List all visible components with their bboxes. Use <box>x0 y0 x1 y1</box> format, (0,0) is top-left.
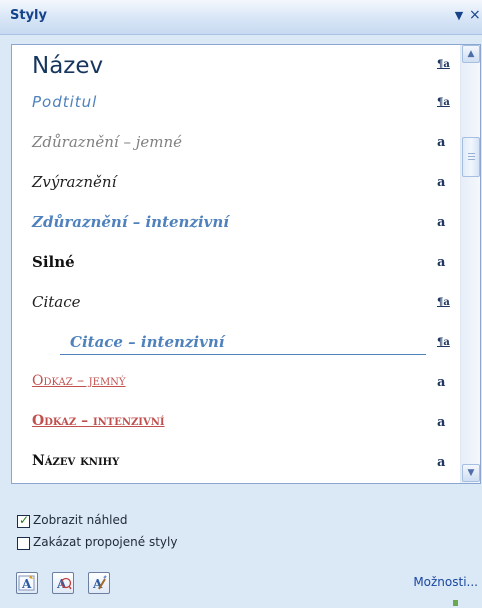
style-item-zvyrazneni[interactable]: Zvýraznění a <box>12 173 460 195</box>
checkmark-icon: ✓ <box>19 513 30 527</box>
vertical-scrollbar[interactable]: ▲ ▼ <box>460 45 480 483</box>
style-item-odkaz-intenzivni[interactable]: Odkaz – intenzivní a <box>12 413 460 435</box>
style-item-nazev[interactable]: Název ¶a <box>12 53 460 85</box>
close-icon[interactable]: × <box>469 7 482 23</box>
manage-styles-button[interactable]: A <box>88 572 110 594</box>
style-item-label: Název knihy <box>32 453 120 469</box>
scroll-down-button[interactable]: ▼ <box>462 464 480 482</box>
disable-linked-checkbox[interactable] <box>17 537 30 550</box>
new-style-icon: A <box>18 575 35 591</box>
style-item-citace-intenzivni[interactable]: Citace – intenzivní ¶a <box>12 333 460 357</box>
show-preview-checkbox[interactable]: ✓ <box>17 513 30 528</box>
manage-styles-icon: A <box>92 575 107 591</box>
pane-title: Styly <box>10 8 47 23</box>
style-list: Název ¶a Podtitul ¶a Zdůraznění – jemné … <box>11 44 481 484</box>
chevron-down-icon: ▼ <box>467 468 475 478</box>
grip-line <box>468 153 475 154</box>
style-item-citace[interactable]: Citace ¶a <box>12 293 460 315</box>
style-item-label: Název <box>32 53 104 79</box>
style-item-zduazneni-intenzivni[interactable]: Zdůraznění – intenzivní a <box>12 213 460 235</box>
style-item-label: Silné <box>32 253 75 271</box>
pane-title-bar: Styly ▼ × <box>0 0 482 35</box>
style-item-label: Zdůraznění – jemné <box>32 133 183 151</box>
paragraph-style-icon: ¶a <box>437 97 450 108</box>
svg-text:A: A <box>21 577 32 591</box>
character-style-icon: a <box>437 455 446 470</box>
style-item-label: Citace – intenzivní <box>70 333 225 351</box>
paragraph-style-icon: ¶a <box>437 337 450 348</box>
character-style-icon: a <box>437 415 446 430</box>
character-style-icon: a <box>437 135 446 150</box>
resize-grip[interactable] <box>453 600 458 606</box>
style-item-zduazneni-jemne[interactable]: Zdůraznění – jemné a <box>12 133 460 155</box>
style-item-label: Odkaz – jemný <box>32 373 126 389</box>
style-item-label: Odkaz – intenzivní <box>32 413 165 429</box>
style-item-label: Zdůraznění – intenzivní <box>32 213 229 231</box>
grip-line <box>468 159 475 160</box>
style-item-label: Citace <box>32 293 81 311</box>
style-item-podtitul[interactable]: Podtitul ¶a <box>12 93 460 115</box>
style-item-odkaz-jemny[interactable]: Odkaz – jemný a <box>12 373 460 395</box>
style-item-nazev-knihy[interactable]: Název knihy a <box>12 453 460 475</box>
character-style-icon: a <box>437 255 446 270</box>
scroll-thumb[interactable] <box>462 137 480 177</box>
pane-menu-dropdown-icon[interactable]: ▼ <box>452 8 466 24</box>
grip-line <box>468 156 475 157</box>
style-underline-rule <box>60 354 426 355</box>
paragraph-style-icon: ¶a <box>437 59 450 70</box>
style-inspector-button[interactable]: A <box>52 572 74 594</box>
character-style-icon: a <box>437 215 446 230</box>
style-inspector-icon: A <box>56 577 72 591</box>
new-style-button[interactable]: A <box>16 572 38 594</box>
character-style-icon: a <box>437 175 446 190</box>
paragraph-style-icon: ¶a <box>437 297 450 308</box>
show-preview-label: Zobrazit náhled <box>33 513 128 527</box>
style-item-silne[interactable]: Silné a <box>12 253 460 275</box>
options-link[interactable]: Možnosti... <box>413 575 478 589</box>
chevron-up-icon: ▲ <box>467 49 475 59</box>
style-item-label: Zvýraznění <box>32 173 117 191</box>
character-style-icon: a <box>437 375 446 390</box>
scroll-up-button[interactable]: ▲ <box>462 45 480 63</box>
styles-pane: Styly ▼ × Název ¶a Podtitul ¶a Zdůrazněn… <box>0 0 482 608</box>
disable-linked-label: Zakázat propojené styly <box>33 535 178 549</box>
style-item-label: Podtitul <box>32 93 98 111</box>
